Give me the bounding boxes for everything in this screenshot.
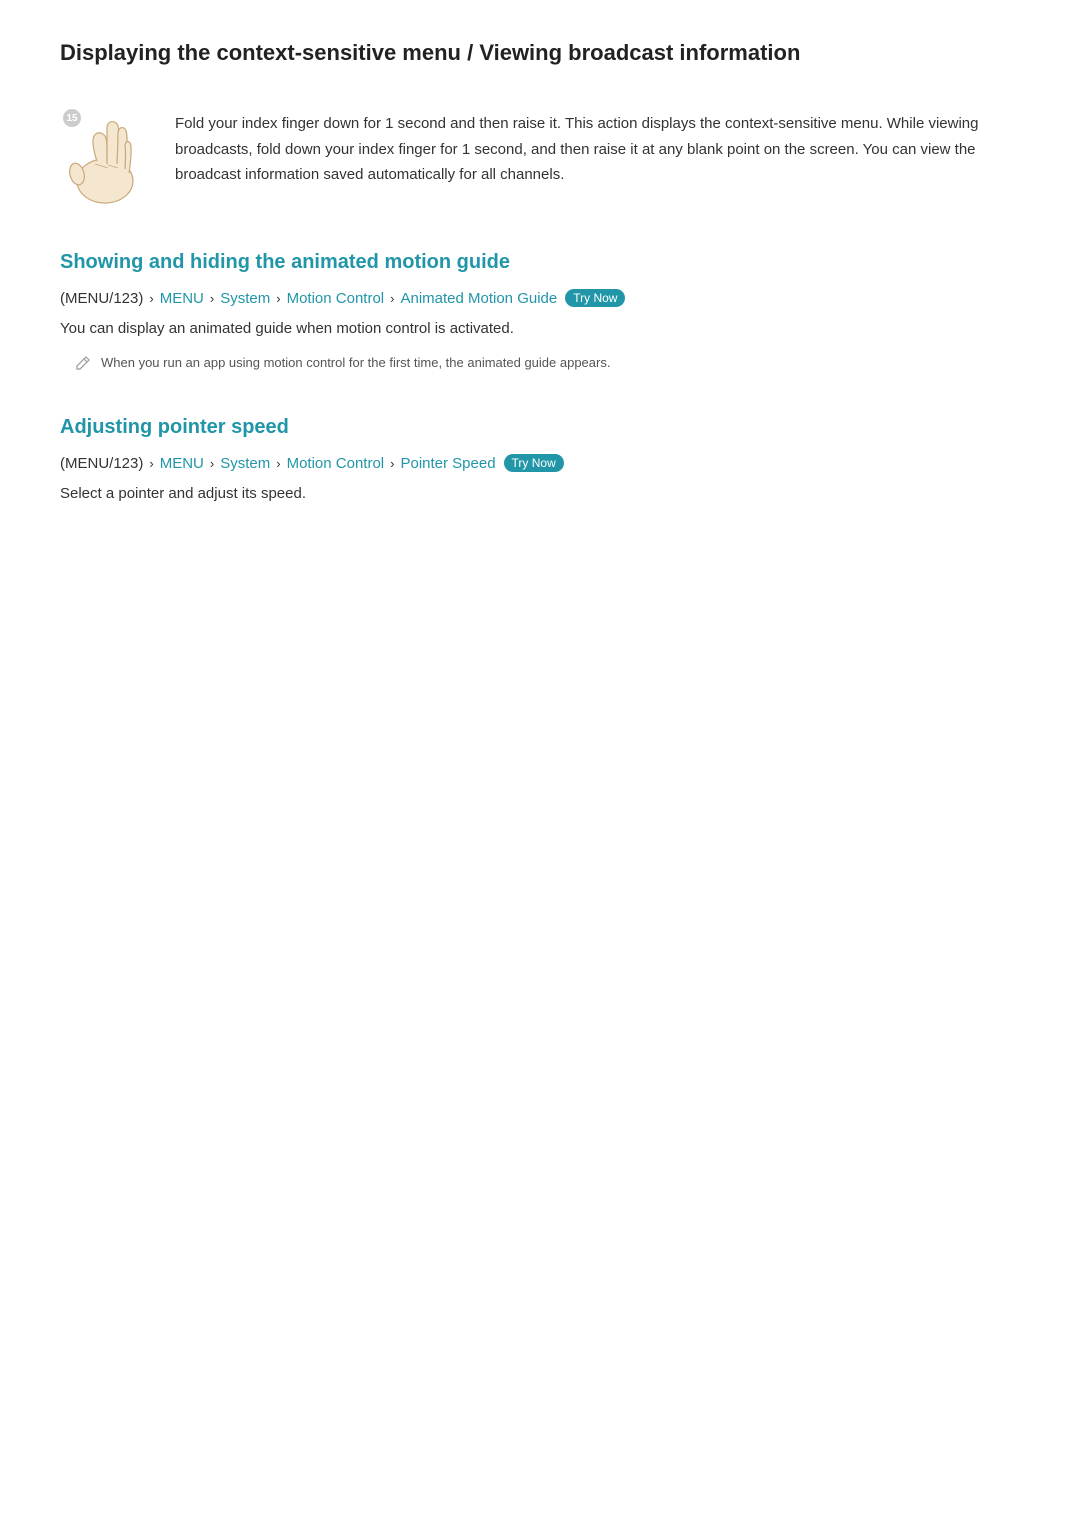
- section-pointer-speed: Adjusting pointer speed (MENU/123) › MEN…: [60, 416, 1020, 506]
- breadcrumb-arrow-1: ›: [149, 291, 153, 306]
- breadcrumb-arrow-3: ›: [276, 291, 280, 306]
- section2-title: Adjusting pointer speed: [60, 416, 1020, 439]
- section1-title: Showing and hiding the animated motion g…: [60, 251, 1020, 274]
- breadcrumb-menu123: (MENU/123): [60, 290, 143, 307]
- breadcrumb2-system: System: [220, 455, 270, 472]
- breadcrumb-arrow-2: ›: [210, 291, 214, 306]
- breadcrumb-animated-motion-guide: Animated Motion Guide: [400, 290, 557, 307]
- try-now-badge-1[interactable]: Try Now: [565, 289, 625, 307]
- breadcrumb-menu: MENU: [160, 290, 204, 307]
- pencil-icon: [75, 355, 91, 376]
- badge-number: 15: [63, 109, 81, 127]
- breadcrumb-arrow-4: ›: [390, 291, 394, 306]
- breadcrumb-system: System: [220, 290, 270, 307]
- section1-breadcrumb: (MENU/123) › MENU › System › Motion Cont…: [60, 289, 1020, 307]
- section1-note: When you run an app using motion control…: [75, 353, 1020, 376]
- section2-description: Select a pointer and adjust its speed.: [60, 482, 1020, 506]
- intro-description: Fold your index finger down for 1 second…: [175, 106, 1020, 188]
- hand-icon-container: 15: [60, 106, 150, 206]
- breadcrumb-motion-control: Motion Control: [287, 290, 385, 307]
- breadcrumb2-menu123: (MENU/123): [60, 455, 143, 472]
- page-title: Displaying the context-sensitive menu / …: [60, 40, 1020, 76]
- breadcrumb2-arrow-2: ›: [210, 456, 214, 471]
- breadcrumb2-pointer-speed: Pointer Speed: [400, 455, 495, 472]
- intro-section: 15 Fold your index finger down for 1 sec…: [60, 106, 1020, 206]
- breadcrumb2-menu: MENU: [160, 455, 204, 472]
- breadcrumb2-arrow-4: ›: [390, 456, 394, 471]
- breadcrumb2-arrow-3: ›: [276, 456, 280, 471]
- section-animated-motion-guide: Showing and hiding the animated motion g…: [60, 251, 1020, 376]
- try-now-badge-2[interactable]: Try Now: [504, 454, 564, 472]
- breadcrumb2-motion-control: Motion Control: [287, 455, 385, 472]
- breadcrumb2-arrow-1: ›: [149, 456, 153, 471]
- section1-note-text: When you run an app using motion control…: [101, 353, 610, 374]
- section2-breadcrumb: (MENU/123) › MENU › System › Motion Cont…: [60, 454, 1020, 472]
- section1-description: You can display an animated guide when m…: [60, 317, 1020, 341]
